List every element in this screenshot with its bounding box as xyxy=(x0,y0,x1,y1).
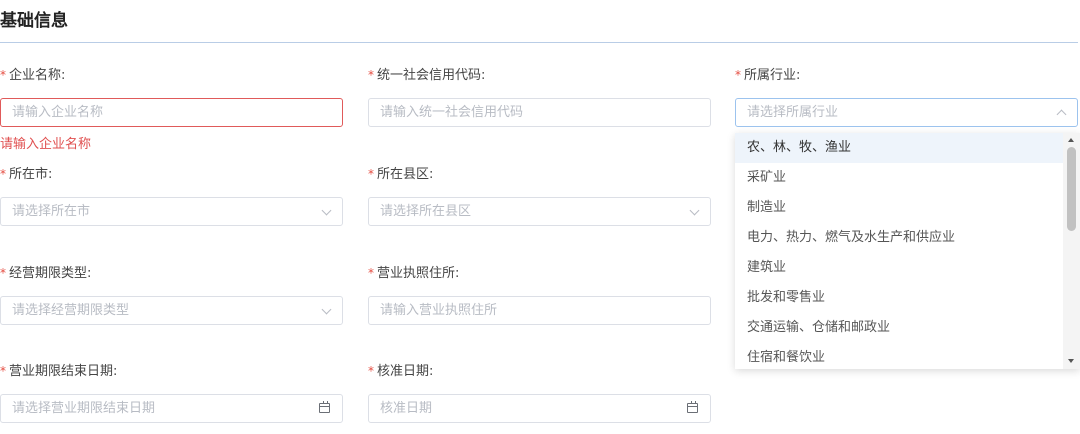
industry-option[interactable]: 制造业 xyxy=(735,193,1063,223)
term-end-label-text: 营业期限结束日期: xyxy=(9,364,118,379)
industry-option[interactable]: 交通运输、仓储和邮政业 xyxy=(735,313,1063,343)
license-address-placeholder: 请输入营业执照住所 xyxy=(380,303,498,318)
credit-code-label-text: 统一社会信用代码: xyxy=(377,68,486,83)
term-type-label-text: 经营期限类型: xyxy=(9,266,92,281)
license-address-input[interactable]: 请输入营业执照住所 xyxy=(368,296,711,325)
county-placeholder: 请选择所在县区 xyxy=(380,204,472,219)
county-select[interactable]: 请选择所在县区 xyxy=(368,197,711,226)
term-end-label: * 营业期限结束日期: xyxy=(0,362,117,380)
industry-option[interactable]: 批发和零售业 xyxy=(735,283,1063,313)
city-placeholder: 请选择所在市 xyxy=(12,204,91,219)
industry-select[interactable]: 请选择所属行业 xyxy=(735,98,1078,127)
county-label: * 所在县区: xyxy=(368,165,433,183)
industry-label: * 所属行业: xyxy=(735,66,800,84)
city-label-text: 所在市: xyxy=(9,167,53,182)
term-type-select[interactable]: 请选择经营期限类型 xyxy=(0,296,343,325)
required-mark: * xyxy=(368,364,374,378)
required-mark: * xyxy=(368,266,374,280)
company-name-label-text: 企业名称: xyxy=(9,68,66,83)
industry-dropdown: 农、林、牧、渔业 采矿业 制造业 电力、热力、燃气及水生产和供应业 建筑业 批发… xyxy=(735,133,1080,369)
scroll-down-arrow-icon[interactable] xyxy=(1068,359,1074,363)
required-mark: * xyxy=(0,266,6,280)
credit-code-label: * 统一社会信用代码: xyxy=(368,66,485,84)
industry-placeholder: 请选择所属行业 xyxy=(747,105,839,120)
license-address-label: * 营业执照住所: xyxy=(368,264,459,282)
chevron-down-icon xyxy=(321,205,332,216)
credit-code-placeholder: 请输入统一社会信用代码 xyxy=(380,105,524,120)
approval-date-picker[interactable]: 核准日期 xyxy=(368,394,711,423)
company-name-label: * 企业名称: xyxy=(0,66,65,84)
approval-date-label: * 核准日期: xyxy=(368,362,433,380)
industry-option[interactable]: 采矿业 xyxy=(735,163,1063,193)
industry-option[interactable]: 住宿和餐饮业 xyxy=(735,343,1063,369)
industry-option[interactable]: 农、林、牧、渔业 xyxy=(735,133,1063,163)
required-mark: * xyxy=(368,167,374,181)
scroll-up-arrow-icon[interactable] xyxy=(1068,138,1074,142)
industry-label-text: 所属行业: xyxy=(744,68,801,83)
chevron-up-icon xyxy=(1056,109,1067,120)
term-type-placeholder: 请选择经营期限类型 xyxy=(12,303,130,318)
industry-option[interactable]: 电力、热力、燃气及水生产和供应业 xyxy=(735,223,1063,253)
county-label-text: 所在县区: xyxy=(377,167,434,182)
term-type-label: * 经营期限类型: xyxy=(0,264,91,282)
scroll-thumb[interactable] xyxy=(1067,147,1076,231)
chevron-down-icon xyxy=(321,304,332,315)
calendar-icon[interactable] xyxy=(687,401,698,413)
approval-date-placeholder: 核准日期 xyxy=(380,401,433,416)
required-mark: * xyxy=(0,68,6,82)
section-divider xyxy=(0,42,1078,43)
approval-date-label-text: 核准日期: xyxy=(377,364,434,379)
chevron-down-icon xyxy=(689,205,700,216)
company-name-placeholder: 请输入企业名称 xyxy=(12,105,104,120)
required-mark: * xyxy=(0,167,6,181)
required-mark: * xyxy=(368,68,374,82)
city-select[interactable]: 请选择所在市 xyxy=(0,197,343,226)
license-address-label-text: 营业执照住所: xyxy=(377,266,460,281)
calendar-icon[interactable] xyxy=(319,401,330,413)
company-name-error: 请输入企业名称 xyxy=(0,137,92,152)
required-mark: * xyxy=(735,68,741,82)
term-end-placeholder: 请选择营业期限结束日期 xyxy=(12,401,156,416)
city-label: * 所在市: xyxy=(0,165,52,183)
industry-option[interactable]: 建筑业 xyxy=(735,253,1063,283)
section-title: 基础信息 xyxy=(0,11,68,31)
required-mark: * xyxy=(0,364,6,378)
credit-code-input[interactable]: 请输入统一社会信用代码 xyxy=(368,98,711,127)
term-end-date-picker[interactable]: 请选择营业期限结束日期 xyxy=(0,394,343,423)
company-name-input[interactable]: 请输入企业名称 xyxy=(0,98,343,127)
dropdown-scrollbar[interactable] xyxy=(1063,133,1080,369)
